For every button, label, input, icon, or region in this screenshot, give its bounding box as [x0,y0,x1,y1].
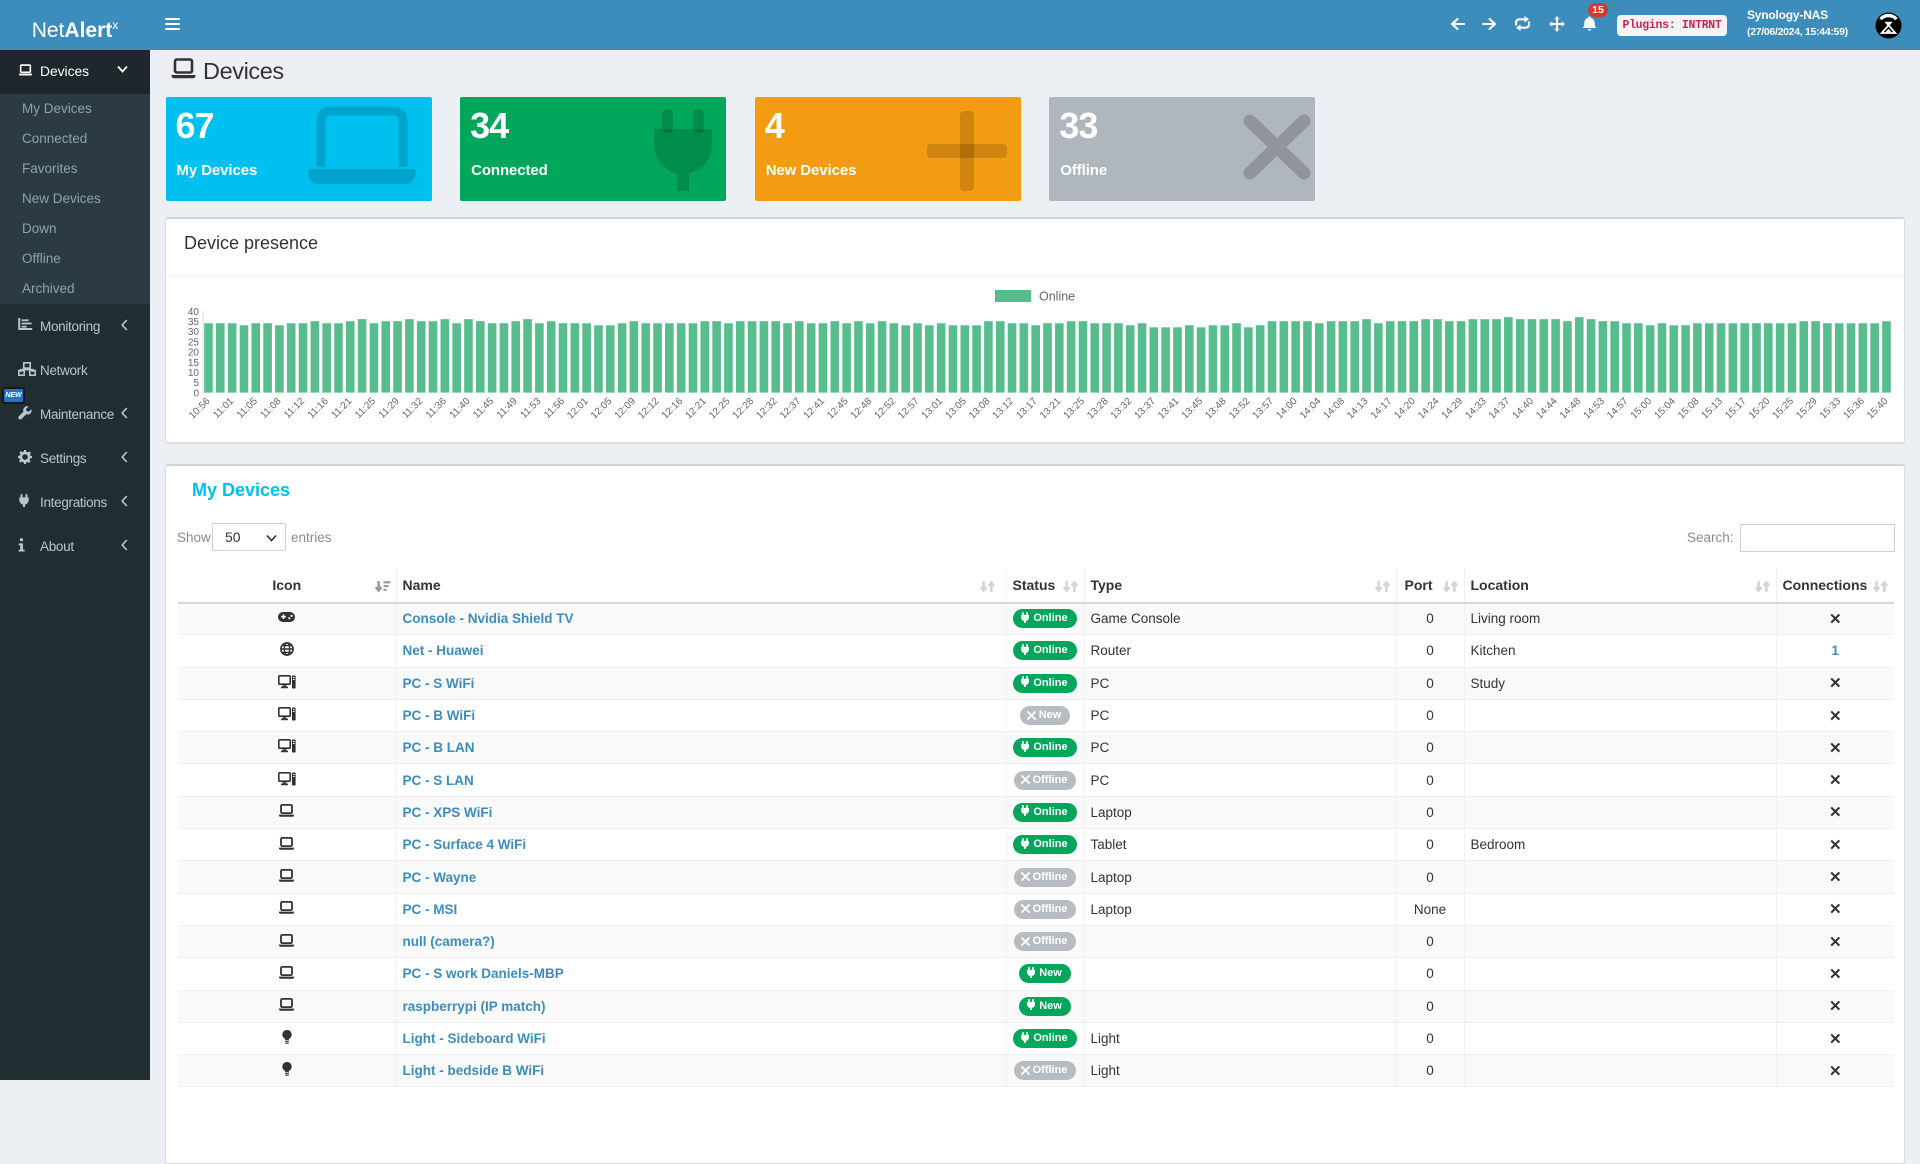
svg-text:14:20: 14:20 [1392,396,1418,422]
svg-text:12:52: 12:52 [873,396,899,422]
svg-text:11:45: 11:45 [471,396,496,421]
svg-text:13:25: 13:25 [1062,396,1088,422]
svg-text:12:48: 12:48 [849,396,875,422]
svg-text:14:29: 14:29 [1440,396,1466,422]
svg-text:11:40: 11:40 [448,396,473,421]
svg-text:13:45: 13:45 [1180,396,1206,422]
svg-text:11:12: 11:12 [282,396,307,421]
svg-text:15: 15 [188,358,200,369]
svg-text:13:37: 13:37 [1132,396,1158,422]
svg-text:14:17: 14:17 [1369,396,1395,422]
svg-text:11:01: 11:01 [211,396,236,421]
svg-text:12:09: 12:09 [613,396,639,422]
svg-text:14:44: 14:44 [1534,396,1560,422]
svg-text:11:05: 11:05 [235,396,260,421]
svg-text:25: 25 [188,337,200,348]
svg-text:11:08: 11:08 [259,396,284,421]
svg-text:13:48: 13:48 [1203,396,1229,422]
svg-text:15:36: 15:36 [1841,396,1867,422]
svg-text:15:20: 15:20 [1747,396,1773,422]
svg-text:12:45: 12:45 [825,396,851,422]
svg-text:12:21: 12:21 [683,396,709,422]
svg-text:30: 30 [188,327,200,338]
svg-text:11:56: 11:56 [542,396,567,421]
svg-text:14:04: 14:04 [1298,396,1324,422]
svg-text:14:57: 14:57 [1605,396,1631,422]
svg-text:15:13: 15:13 [1700,396,1726,422]
svg-text:11:32: 11:32 [400,396,425,421]
svg-text:12:32: 12:32 [754,396,780,422]
svg-text:20: 20 [188,348,200,359]
svg-text:14:37: 14:37 [1487,396,1513,422]
svg-text:14:33: 14:33 [1463,396,1489,422]
svg-text:13:12: 13:12 [991,396,1017,422]
svg-text:15:04: 15:04 [1652,396,1678,422]
svg-text:15:29: 15:29 [1794,396,1820,422]
svg-text:Online: Online [1039,290,1075,304]
svg-text:13:32: 13:32 [1109,396,1135,422]
svg-text:14:48: 14:48 [1558,396,1584,422]
svg-text:14:40: 14:40 [1511,396,1537,422]
svg-text:14:08: 14:08 [1322,396,1348,422]
svg-text:15:08: 15:08 [1676,396,1702,422]
svg-text:15:00: 15:00 [1629,396,1655,422]
svg-text:15:25: 15:25 [1771,396,1797,422]
svg-text:12:01: 12:01 [565,396,591,422]
svg-text:12:28: 12:28 [731,396,757,422]
svg-text:12:25: 12:25 [707,396,733,422]
svg-text:11:29: 11:29 [377,396,402,421]
svg-text:40: 40 [188,307,200,318]
svg-text:12:41: 12:41 [802,396,828,422]
svg-text:11:21: 11:21 [329,396,354,421]
svg-text:15:33: 15:33 [1818,396,1844,422]
svg-text:35: 35 [188,317,200,328]
svg-text:14:24: 14:24 [1416,396,1442,422]
svg-text:10:56: 10:56 [187,396,213,422]
svg-text:11:25: 11:25 [353,396,378,421]
svg-text:0: 0 [193,388,199,399]
svg-text:15:40: 15:40 [1865,396,1891,422]
svg-text:15:17: 15:17 [1723,396,1749,422]
svg-text:12:16: 12:16 [660,396,686,422]
svg-text:11:49: 11:49 [495,396,520,421]
svg-text:13:52: 13:52 [1227,396,1253,422]
svg-text:13:05: 13:05 [943,396,969,422]
svg-text:12:12: 12:12 [636,396,662,422]
svg-text:14:53: 14:53 [1582,396,1608,422]
svg-text:5: 5 [193,378,199,389]
svg-text:13:01: 13:01 [920,396,946,422]
svg-text:14:13: 14:13 [1345,396,1371,422]
svg-text:13:08: 13:08 [967,396,993,422]
svg-text:13:28: 13:28 [1085,396,1111,422]
svg-text:11:36: 11:36 [424,396,449,421]
svg-text:11:53: 11:53 [519,396,544,421]
svg-text:12:05: 12:05 [589,396,615,422]
svg-text:13:41: 13:41 [1156,396,1182,422]
svg-text:10: 10 [188,368,200,379]
svg-text:11:16: 11:16 [306,396,331,421]
svg-text:13:17: 13:17 [1014,396,1040,422]
svg-text:14:00: 14:00 [1274,396,1300,422]
svg-text:13:21: 13:21 [1038,396,1064,422]
svg-text:12:57: 12:57 [896,396,922,422]
svg-text:12:37: 12:37 [778,396,804,422]
svg-text:13:57: 13:57 [1251,396,1277,422]
